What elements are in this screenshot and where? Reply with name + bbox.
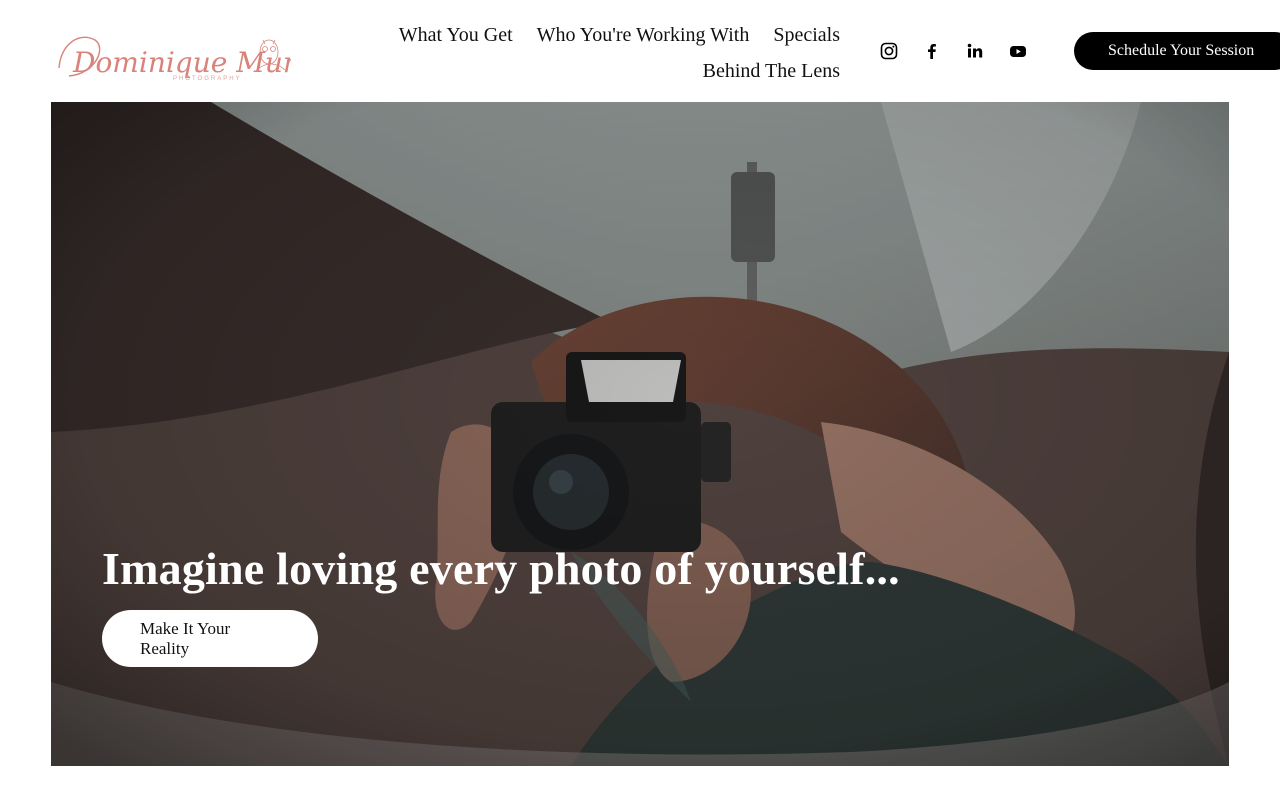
- instagram-icon[interactable]: [880, 42, 898, 60]
- hero-section: Imagine loving every photo of yourself..…: [51, 102, 1229, 766]
- youtube-icon[interactable]: [1009, 42, 1027, 60]
- social-links: [880, 38, 1027, 64]
- nav-behind-the-lens[interactable]: Behind The Lens: [703, 60, 840, 82]
- main-nav: What You Get Who You're Working With Spe…: [370, 18, 840, 90]
- svg-text:PHOTOGRAPHY: PHOTOGRAPHY: [173, 76, 242, 82]
- svg-text:Dominique Murray: Dominique Murray: [72, 46, 291, 79]
- nav-who-youre-working-with[interactable]: Who You're Working With: [537, 24, 750, 46]
- facebook-icon[interactable]: [923, 42, 941, 60]
- nav-specials[interactable]: Specials: [773, 24, 840, 46]
- linkedin-icon[interactable]: [966, 42, 984, 60]
- site-header: Dominique Murray PHOTOGRAPHY What You Ge…: [0, 0, 1280, 102]
- logo-graphic: Dominique Murray PHOTOGRAPHY: [58, 36, 291, 82]
- hero-headline: Imagine loving every photo of yourself..…: [102, 543, 900, 594]
- brand-logo[interactable]: Dominique Murray PHOTOGRAPHY: [51, 22, 291, 98]
- nav-what-you-get[interactable]: What You Get: [399, 24, 513, 46]
- schedule-session-button[interactable]: Schedule Your Session: [1074, 32, 1280, 70]
- make-it-your-reality-button[interactable]: Make It Your Reality: [102, 610, 318, 667]
